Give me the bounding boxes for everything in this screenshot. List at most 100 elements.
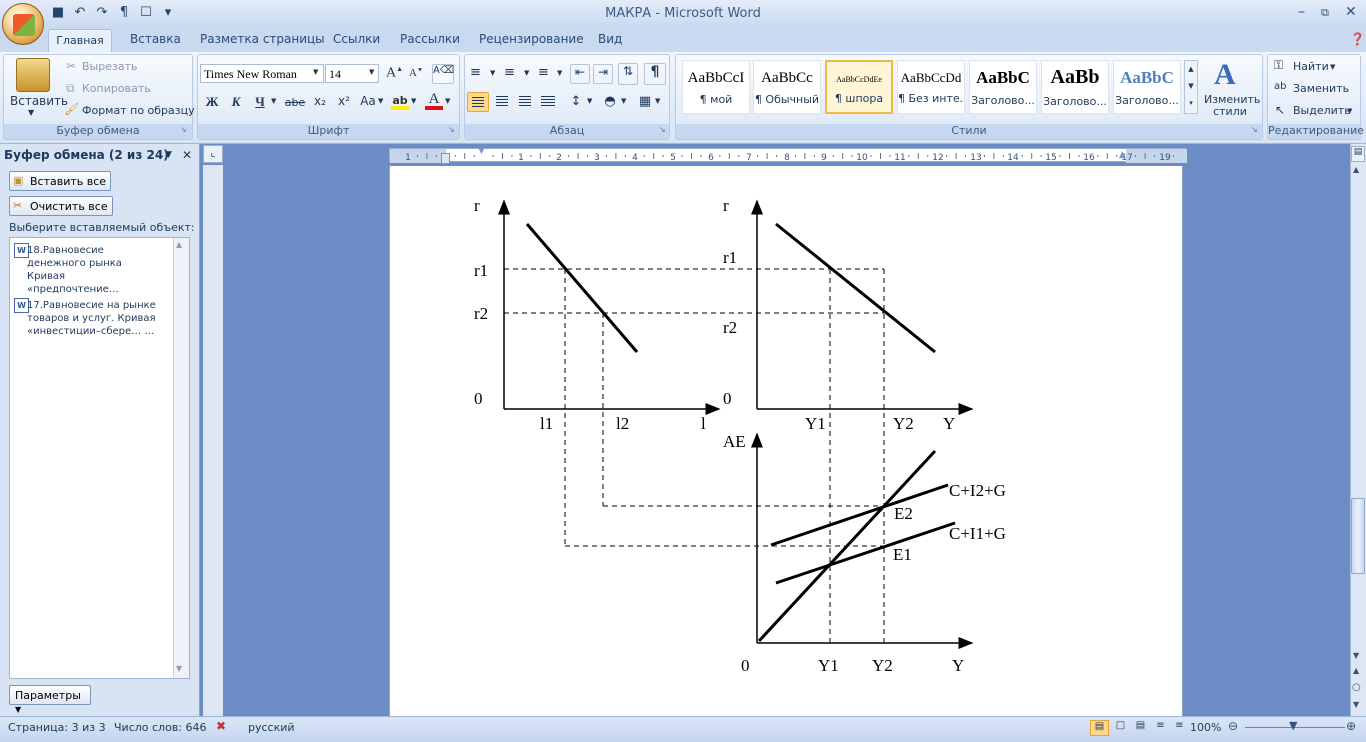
superscript-button[interactable]: x² <box>334 93 354 109</box>
italic-button[interactable]: К <box>226 93 246 111</box>
paste-icon[interactable] <box>16 58 50 92</box>
change-case-dropdown-icon[interactable]: ▼ <box>378 97 383 105</box>
draft-icon[interactable]: ≡ <box>1170 720 1189 736</box>
bullets-dropdown-icon[interactable]: ▼ <box>490 69 495 77</box>
increase-indent-icon[interactable]: ⇥ <box>593 64 613 84</box>
zoom-in-icon[interactable]: ⊕ <box>1346 719 1356 733</box>
tab-selector-icon[interactable]: ⌞ <box>203 145 223 163</box>
horizontal-ruler[interactable]: 1 1 2 3 4 5 6 7 8 9 10 11 12 13 14 15 16 17 19 <box>389 148 1187 163</box>
options-button[interactable]: Параметры ▼ <box>9 685 91 714</box>
find-dropdown-icon[interactable]: ▼ <box>1330 63 1335 71</box>
font-name-dropdown-icon[interactable]: ▼ <box>313 68 318 76</box>
tab-view[interactable]: Вид <box>598 32 622 46</box>
paragraph-launcher-icon[interactable]: ↘ <box>659 125 666 134</box>
office-button[interactable] <box>2 3 44 45</box>
web-layout-icon[interactable]: ▤ <box>1131 720 1150 736</box>
justify-button[interactable] <box>537 92 559 112</box>
scroll-down-icon[interactable]: ▼ <box>1353 651 1359 660</box>
clear-formatting-icon[interactable]: A⌫ <box>432 64 454 84</box>
shrink-font-icon[interactable]: A▼ <box>407 66 425 84</box>
tab-review[interactable]: Рецензирование <box>479 32 584 46</box>
tab-page-layout[interactable]: Разметка страницы <box>200 32 325 46</box>
shading-icon[interactable]: ◓ <box>599 93 621 110</box>
close-icon[interactable]: ✕ <box>1345 4 1357 20</box>
clip-scroll-up-icon[interactable]: ▲ <box>176 240 182 249</box>
zoom-slider-thumb[interactable]: ▼ <box>1289 719 1297 732</box>
word-count[interactable]: Число слов: 646 <box>114 721 207 734</box>
style-tile-moi[interactable]: AaBbCcI ¶ мой <box>682 60 750 114</box>
first-line-indent-marker[interactable]: ▼ <box>478 146 485 156</box>
left-indent-marker[interactable] <box>441 153 450 164</box>
strikethrough-button[interactable]: abe <box>283 95 307 110</box>
next-page-icon[interactable]: ▼ <box>1353 700 1359 709</box>
paste-dropdown-icon[interactable]: ▼ <box>28 108 34 117</box>
tab-home[interactable]: Главная <box>48 29 112 53</box>
line-spacing-dropdown-icon[interactable]: ▼ <box>587 97 592 105</box>
tab-mailings[interactable]: Рассылки <box>400 32 460 46</box>
scroll-up-icon[interactable]: ▲ <box>1353 165 1359 174</box>
style-tile-heading2[interactable]: AaBb Заголово... <box>1041 60 1109 114</box>
font-color-dropdown-icon[interactable]: ▼ <box>445 97 450 105</box>
clip-list-scrollbar[interactable] <box>173 238 189 678</box>
highlight-icon[interactable]: ab <box>391 94 409 110</box>
pane-close-icon[interactable]: ✕ <box>182 148 192 162</box>
align-right-button[interactable] <box>514 92 536 112</box>
help-icon[interactable]: ❓ <box>1350 32 1365 46</box>
paste-all-button[interactable]: ▣ Вставить все <box>9 171 112 191</box>
font-color-icon[interactable]: A <box>425 92 443 110</box>
styles-launcher-icon[interactable]: ↘ <box>1251 125 1258 134</box>
language-indicator[interactable]: русский <box>248 721 295 734</box>
pane-menu-icon[interactable]: ▼ <box>165 150 172 160</box>
clipboard-item[interactable]: 17.Равновесие на рынке товаров и услуг. … <box>27 299 157 338</box>
save-icon[interactable]: ■ <box>50 5 66 23</box>
clear-all-button[interactable]: ✂ Очистить все <box>9 196 113 216</box>
proofing-icon[interactable]: ✖ <box>216 719 226 733</box>
print-preview-icon[interactable]: ☐ <box>138 5 154 23</box>
font-size-dropdown-icon[interactable]: ▼ <box>369 68 374 76</box>
minimize-icon[interactable]: – <box>1298 4 1305 20</box>
change-case-button[interactable]: Aa <box>357 93 379 109</box>
font-name-combo[interactable]: Times New Roman <box>200 64 324 83</box>
vertical-scrollbar[interactable] <box>1350 144 1366 716</box>
borders-dropdown-icon[interactable]: ▼ <box>655 97 660 105</box>
clip-scroll-down-icon[interactable]: ▼ <box>176 664 182 673</box>
outline-icon[interactable]: ≡ <box>1151 720 1170 736</box>
bold-button[interactable]: Ж <box>202 93 222 111</box>
subscript-button[interactable]: x₂ <box>310 93 330 109</box>
cut-button[interactable]: Вырезать <box>82 60 137 73</box>
align-center-button[interactable] <box>491 92 513 112</box>
style-tile-heading1[interactable]: AaBbC Заголово... <box>969 60 1037 114</box>
replace-button[interactable]: Заменить <box>1293 82 1349 95</box>
change-styles-button[interactable]: Изменить стили <box>1204 94 1260 118</box>
page-count[interactable]: Страница: 3 из 3 <box>8 721 106 734</box>
shading-dropdown-icon[interactable]: ▼ <box>621 97 626 105</box>
style-tile-shpora[interactable]: AaBbCcDdEe ¶ шпора <box>825 60 893 114</box>
borders-icon[interactable]: ▦ <box>634 93 656 110</box>
tab-references[interactable]: Ссылки <box>333 32 380 46</box>
highlight-dropdown-icon[interactable]: ▼ <box>411 97 416 105</box>
bullets-icon[interactable]: ≡ <box>470 65 481 80</box>
restore-icon[interactable]: ⧉ <box>1321 6 1329 20</box>
underline-button[interactable]: Ч <box>250 93 270 111</box>
tab-insert[interactable]: Вставка <box>130 32 181 46</box>
style-tile-normal[interactable]: AaBbCc ¶ Обычный <box>753 60 821 114</box>
numbering-dropdown-icon[interactable]: ▼ <box>524 69 529 77</box>
scroll-thumb[interactable] <box>1351 498 1365 574</box>
ruler-toggle-icon[interactable]: ▤ <box>1351 146 1365 162</box>
format-painter-button[interactable]: Формат по образцу <box>82 104 195 117</box>
sort-icon[interactable]: ⇅ <box>618 63 638 85</box>
print-layout-icon[interactable]: ▤ <box>1090 720 1109 736</box>
styles-scroll[interactable]: ▲ ▼ ▾ <box>1184 60 1198 114</box>
find-button[interactable]: Найти <box>1293 60 1329 73</box>
numbering-icon[interactable]: ≡ <box>504 65 515 80</box>
show-marks-icon[interactable]: ¶ <box>644 63 666 85</box>
clipboard-launcher-icon[interactable]: ↘ <box>180 125 187 134</box>
document-page[interactable]: r r1 r2 0 l1 l2 l r r1 r2 0 Y1 Y2 Y AE C… <box>389 166 1183 716</box>
font-launcher-icon[interactable]: ↘ <box>448 125 455 134</box>
select-dropdown-icon[interactable]: ▼ <box>1347 107 1352 115</box>
clipboard-item[interactable]: 18.Равновесие денежного рынка Кривая «пр… <box>27 244 157 296</box>
line-spacing-icon[interactable]: ↕ <box>565 93 587 110</box>
select-button[interactable]: Выделить <box>1293 104 1351 117</box>
customize-qat-icon[interactable]: ▾ <box>160 5 176 23</box>
style-tile-no-spacing[interactable]: AaBbCcDd ¶ Без инте... <box>897 60 965 114</box>
